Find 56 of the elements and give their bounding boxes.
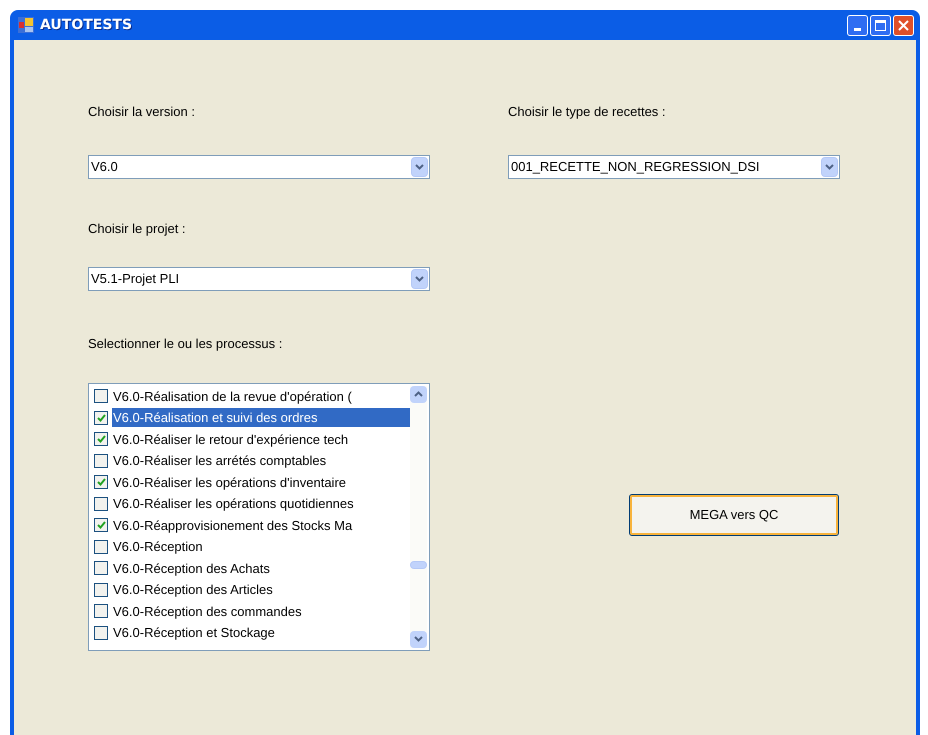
- checkbox[interactable]: [94, 432, 108, 446]
- list-item[interactable]: V6.0-Réception des Articles: [112, 580, 410, 600]
- chevron-down-icon: [415, 164, 424, 170]
- checkbox[interactable]: [94, 389, 108, 404]
- checkbox[interactable]: [94, 582, 108, 597]
- chevron-down-icon: [415, 276, 424, 282]
- mega-to-qc-button[interactable]: MEGA vers QC: [629, 494, 839, 536]
- window-title: AUTOTESTS: [40, 16, 132, 34]
- minimize-icon: [854, 28, 861, 30]
- list-item[interactable]: V6.0-Réalisation et suivi des ordres: [112, 408, 410, 428]
- list-item[interactable]: V6.0-Réaliser le retour d'expérience tech: [112, 430, 410, 449]
- checkbox[interactable]: [94, 604, 108, 618]
- checkbox[interactable]: [94, 540, 108, 554]
- scroll-down-button[interactable]: [410, 630, 427, 648]
- check-icon: [96, 435, 106, 444]
- list-item[interactable]: V6.0-Réaliser les opérations quotidiennes: [112, 494, 410, 514]
- chevron-down-icon: [414, 636, 423, 642]
- list-item[interactable]: V6.0-Réaliser les arrétés comptables: [112, 451, 410, 470]
- checkbox[interactable]: [94, 626, 108, 640]
- dropdown[interactable]: V6.0: [88, 154, 430, 178]
- chevron-down-icon: [825, 164, 834, 170]
- checkbox[interactable]: [94, 454, 108, 468]
- dropdown-arrow-button[interactable]: [821, 156, 838, 176]
- list-item[interactable]: V6.0-Réception des Achats: [112, 558, 410, 578]
- dropdown-arrow-button[interactable]: [411, 268, 428, 288]
- app-icon: [18, 17, 34, 33]
- dropdown[interactable]: 001_RECETTE_NON_REGRESSION_DSI: [508, 154, 840, 178]
- close-button[interactable]: [893, 14, 914, 36]
- checkbox[interactable]: [94, 475, 108, 490]
- scroll-up-button[interactable]: [410, 386, 427, 402]
- list-item[interactable]: V6.0-Réception et Stockage: [112, 623, 410, 642]
- maximize-icon: [875, 20, 886, 30]
- scroll-thumb[interactable]: [410, 560, 427, 568]
- check-icon: [96, 521, 106, 530]
- close-icon: [898, 20, 909, 30]
- checkbox[interactable]: [94, 410, 108, 425]
- field-label: Choisir le type de recettes :: [508, 103, 667, 121]
- maximize-button[interactable]: [870, 14, 891, 36]
- check-icon: [96, 414, 106, 422]
- check-icon: [96, 478, 106, 486]
- list-item[interactable]: V6.0-Réception: [112, 537, 410, 556]
- field-label: Choisir le projet :: [88, 220, 186, 236]
- dropdown[interactable]: V5.1-Projet PLI: [88, 266, 430, 290]
- field-label: Choisir la version :: [88, 103, 196, 121]
- scrollbar[interactable]: [410, 386, 427, 648]
- list-item[interactable]: V6.0-Réalisation de la revue d'opération (: [112, 386, 410, 406]
- checkbox[interactable]: [94, 561, 108, 576]
- dropdown-arrow-button[interactable]: [411, 156, 428, 176]
- list-item[interactable]: V6.0-Réaliser les opérations d'inventaire: [112, 472, 410, 492]
- checkbox[interactable]: [94, 496, 108, 511]
- list-item[interactable]: V6.0-Réapprovisionement des Stocks Ma: [112, 516, 410, 535]
- checkbox[interactable]: [94, 518, 108, 532]
- list-item[interactable]: V6.0-Réception des commandes: [112, 602, 410, 621]
- field-label: Selectionner le ou les processus :: [88, 336, 282, 350]
- minimize-button[interactable]: [847, 14, 868, 36]
- chevron-up-icon: [414, 391, 423, 397]
